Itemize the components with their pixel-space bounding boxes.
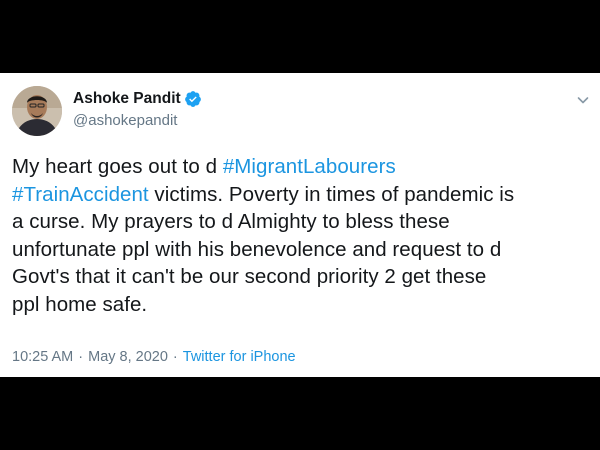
chevron-down-icon[interactable]	[575, 92, 591, 108]
verified-badge-icon	[184, 90, 202, 108]
avatar-image	[12, 86, 62, 136]
tweet-line-6: ppl home safe.	[12, 292, 148, 316]
tweet-meta: 10:25 AM · May 8, 2020 · Twitter for iPh…	[12, 349, 296, 365]
tweet-line-5: Govt's that it can't be our second prior…	[12, 265, 487, 288]
tweet-text: My heart goes out to d #MigrantLabourers…	[12, 153, 592, 318]
tweet-line-1: My heart goes out to d #MigrantLabourers	[12, 153, 592, 181]
tweet-text-segment: victims. Poverty in times of pandemic is	[148, 182, 515, 206]
tweet-date[interactable]: May 8, 2020	[88, 349, 168, 365]
display-name[interactable]: Ashoke Pandit	[73, 90, 181, 108]
tweet-card: Ashoke Pandit @ashokepandit My heart goe…	[0, 73, 600, 377]
name-row: Ashoke Pandit	[73, 90, 202, 108]
letterbox-bottom	[0, 377, 600, 450]
hashtag-link[interactable]: #MigrantLabourers	[223, 155, 396, 178]
hashtag-link[interactable]: #TrainAccident	[12, 183, 149, 206]
meta-separator: ·	[78, 349, 84, 365]
meta-separator: ·	[172, 349, 178, 365]
user-handle[interactable]: @ashokepandit	[73, 112, 177, 129]
letterbox-top	[0, 0, 600, 73]
avatar[interactable]	[12, 86, 62, 136]
tweet-text-segment: My heart goes out to d	[12, 155, 223, 178]
tweet-source-link[interactable]: Twitter for iPhone	[183, 349, 296, 365]
tweet-line-2: #TrainAccident victims. Poverty in times…	[12, 181, 592, 209]
tweet-time[interactable]: 10:25 AM	[12, 349, 73, 365]
tweet-line-4: unfortunate ppl with his benevolence and…	[12, 237, 502, 261]
tweet-line-3: a curse. My prayers to d Almighty to ble…	[12, 210, 450, 233]
